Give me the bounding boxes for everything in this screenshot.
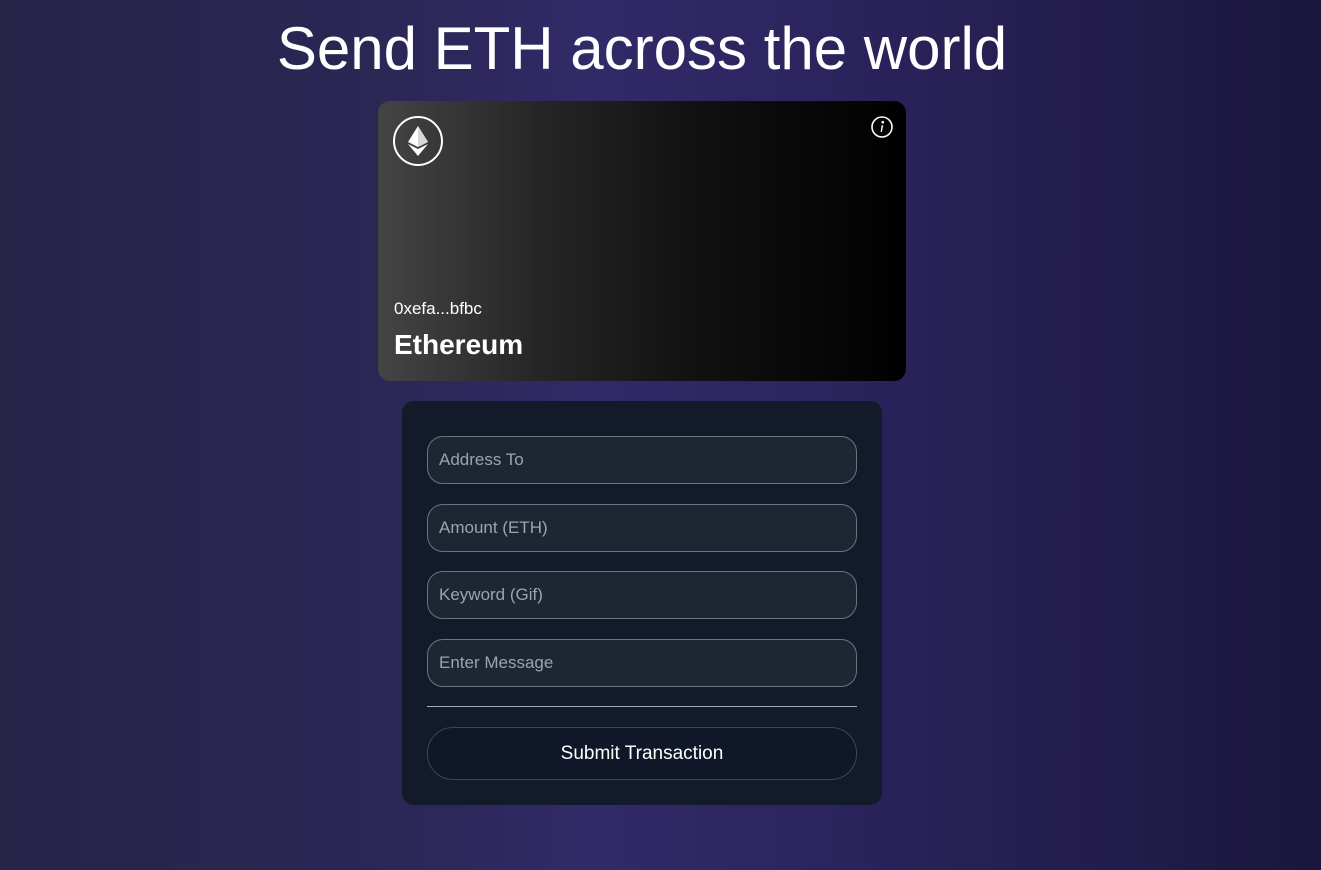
form-divider xyxy=(427,706,857,707)
network-name: Ethereum xyxy=(394,329,524,360)
transaction-form: Submit Transaction xyxy=(402,401,882,805)
wallet-address: 0xefa...bfbc xyxy=(394,299,482,318)
address-to-input[interactable] xyxy=(427,436,857,484)
amount-input[interactable] xyxy=(427,504,857,552)
keyword-input[interactable] xyxy=(427,571,857,619)
ethereum-card: 0xefa...bfbc Ethereum xyxy=(378,101,906,381)
submit-transaction-button[interactable]: Submit Transaction xyxy=(427,727,857,780)
message-input[interactable] xyxy=(427,639,857,687)
info-icon[interactable] xyxy=(871,116,893,138)
page-headline: Send ETH across the world xyxy=(276,15,1008,82)
ethereum-icon xyxy=(393,116,443,166)
